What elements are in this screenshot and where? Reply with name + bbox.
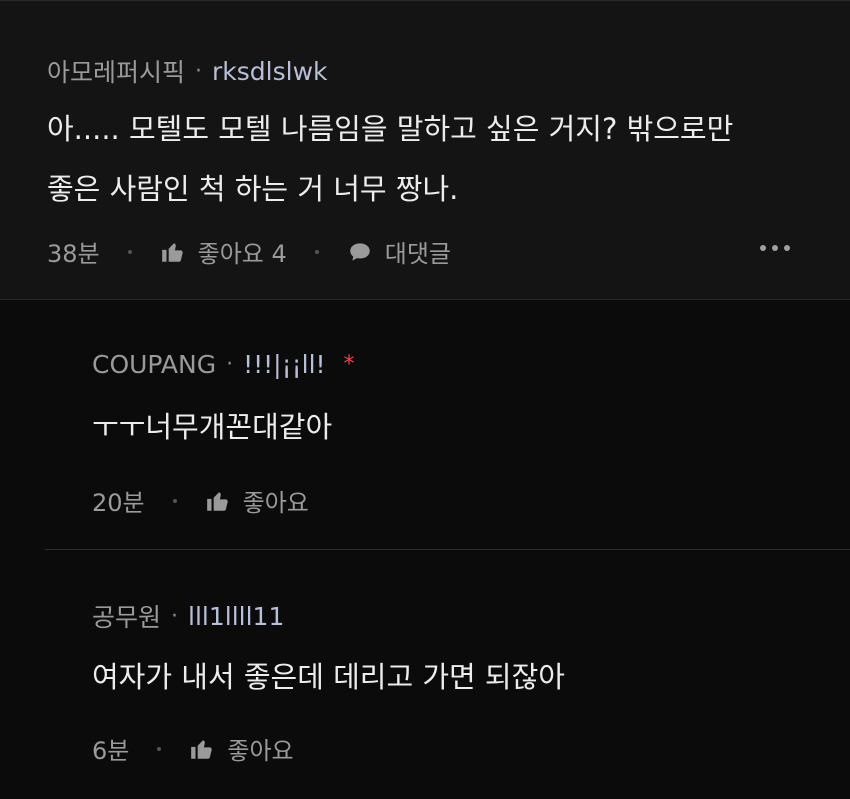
reply-body: 여자가 내서 좋은데 데리고 가면 되잖아: [92, 660, 565, 694]
meta-separator-dot: [127, 249, 132, 254]
reply-time: 6분: [92, 737, 130, 765]
reply-time: 20분: [92, 489, 145, 517]
reply-user-id[interactable]: lll1llll11: [188, 602, 284, 631]
like-label: 좋아요 4: [197, 240, 287, 268]
meta-separator-dot: [157, 746, 162, 751]
thumbs-up-icon: [189, 736, 215, 762]
author-separator: ·: [171, 603, 179, 629]
thumbs-up-icon: [160, 239, 186, 265]
like-label: 좋아요: [227, 737, 294, 765]
comment-time: 38분: [47, 240, 100, 268]
author-separator: ·: [226, 352, 234, 377]
comment-author-name[interactable]: 아모레퍼시픽: [47, 53, 185, 89]
comment-body: 아..... 모텔도 모텔 나름임을 말하고 싶은 거지? 밖으로만 좋은 사람…: [47, 99, 733, 219]
reply-card: COUPANG · !!!|¡¡ll! * ㅜㅜ너무개꼰대같아 20분 좋아요: [0, 300, 850, 550]
like-label: 좋아요: [242, 489, 309, 517]
author-separator: ·: [195, 58, 203, 84]
meta-separator-dot: [314, 249, 319, 254]
reply-user-id[interactable]: !!!|¡¡ll!: [243, 350, 325, 379]
author-star-mark: *: [343, 352, 355, 377]
comment-card: 아모레퍼시픽 · rksdlslwk 아..... 모텔도 모텔 나름임을 말하…: [0, 0, 850, 300]
thumbs-up-icon: [205, 488, 231, 514]
reply-author-line: 공무원 · lll1llll11: [92, 598, 284, 634]
like-button[interactable]: 좋아요: [205, 483, 309, 518]
comment-body-line-2: 좋은 사람인 척 하는 거 너무 짱나.: [47, 172, 459, 206]
reply-button[interactable]: 대댓글: [347, 234, 451, 269]
comment-meta: 38분 좋아요 4 대댓글: [47, 234, 451, 269]
reply-author-name[interactable]: COUPANG: [92, 350, 216, 379]
reply-meta: 20분 좋아요: [92, 483, 309, 518]
reply-body: ㅜㅜ너무개꼰대같아: [92, 410, 333, 444]
reply-author-line: COUPANG · !!!|¡¡ll! *: [92, 350, 355, 379]
reply-meta: 6분 좋아요: [92, 731, 294, 766]
meta-separator-dot: [172, 498, 177, 503]
more-dot: [784, 245, 790, 251]
more-dot: [772, 245, 778, 251]
reply-author-name[interactable]: 공무원: [92, 598, 161, 634]
comment-body-line-1: 아..... 모텔도 모텔 나름임을 말하고 싶은 거지? 밖으로만: [47, 112, 734, 146]
reply-label: 대댓글: [384, 240, 452, 268]
speech-bubble-icon: [347, 239, 373, 265]
like-button[interactable]: 좋아요: [189, 731, 294, 766]
like-button[interactable]: 좋아요 4: [160, 234, 287, 269]
comment-user-id[interactable]: rksdlslwk: [212, 57, 328, 86]
reply-card: 공무원 · lll1llll11 여자가 내서 좋은데 데리고 가면 되잖아 6…: [0, 550, 850, 799]
more-dots-icon[interactable]: [760, 245, 790, 251]
comment-author-line: 아모레퍼시픽 · rksdlslwk: [47, 53, 328, 89]
more-dot: [760, 245, 766, 251]
